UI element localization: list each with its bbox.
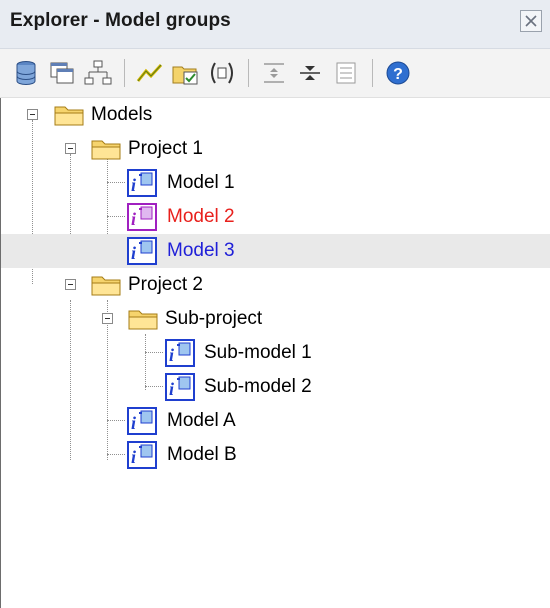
collapse-toggle[interactable]: [102, 313, 113, 324]
windows-icon: [50, 62, 74, 84]
svg-text:i: i: [131, 209, 136, 229]
tree-node-model-3[interactable]: i Model 3: [1, 234, 550, 268]
tree-label: Project 2: [128, 274, 203, 295]
model-icon: i: [127, 237, 157, 265]
parenthesis-icon: [211, 62, 233, 84]
tree-label: Sub-model 1: [204, 342, 312, 363]
svg-text:i: i: [131, 447, 136, 467]
panel-title: Explorer - Model groups: [10, 10, 231, 31]
panel-titlebar: Explorer - Model groups: [0, 0, 550, 49]
help-button[interactable]: ?: [382, 57, 414, 89]
tree-node-model-2[interactable]: i Model 2: [1, 200, 550, 234]
folder-check-button[interactable]: [170, 57, 202, 89]
collapse-icon: [300, 66, 320, 80]
zigzag-chart-icon: [136, 63, 163, 82]
tree-node-model-b[interactable]: i Model B: [1, 438, 550, 472]
windows-button[interactable]: [46, 57, 78, 89]
hierarchy-button[interactable]: [82, 57, 114, 89]
hierarchy-icon: [84, 60, 112, 85]
tree-node-model-1[interactable]: i Model 1: [1, 166, 550, 200]
model-icon: i: [165, 373, 195, 401]
tree-node-project-1[interactable]: Project 1: [1, 132, 550, 166]
toolbar-separator: [124, 59, 125, 87]
tree-label: Model A: [167, 410, 236, 431]
tree-label: Models: [91, 104, 153, 125]
expand-icon: [264, 63, 284, 83]
tree-node-model-a[interactable]: i Model A: [1, 404, 550, 438]
tree-node-sub-model-2[interactable]: i Sub-model 2: [1, 370, 550, 404]
tree-label: Model 3: [167, 240, 235, 261]
svg-text:i: i: [131, 243, 136, 263]
folder-icon: [91, 140, 121, 160]
model-icon: i: [165, 339, 195, 367]
tree-label: Sub-project: [165, 308, 263, 329]
tree-label: Project 1: [128, 138, 203, 159]
zigzag-chart-button[interactable]: [134, 57, 166, 89]
svg-text:?: ?: [393, 66, 403, 83]
svg-text:i: i: [169, 379, 174, 399]
list-button[interactable]: [330, 57, 362, 89]
database-button[interactable]: [10, 57, 42, 89]
collapse-button[interactable]: [294, 57, 326, 89]
tree-node-models[interactable]: Models: [1, 98, 550, 132]
list-icon: [336, 62, 356, 84]
folder-icon: [128, 310, 158, 330]
svg-text:i: i: [131, 413, 136, 433]
tree-node-sub-model-1[interactable]: i Sub-model 1: [1, 336, 550, 370]
folder-icon: [54, 106, 84, 126]
help-icon: ?: [386, 61, 410, 85]
svg-text:i: i: [169, 345, 174, 365]
svg-text:i: i: [131, 175, 136, 195]
tree-label: Model B: [167, 444, 237, 465]
tree-node-project-2[interactable]: Project 2: [1, 268, 550, 302]
expand-button[interactable]: [258, 57, 290, 89]
collapse-toggle[interactable]: [65, 143, 76, 154]
toolbar-separator: [248, 59, 249, 87]
tree-label: Model 1: [167, 172, 235, 193]
model-icon: i: [127, 203, 157, 231]
folder-check-icon: [172, 66, 198, 85]
model-icon: i: [127, 441, 157, 469]
model-tree: Models Project 1 i Model 1 i Model 2 i M…: [0, 98, 550, 608]
tree-label: Model 2: [167, 206, 235, 227]
model-icon: i: [127, 407, 157, 435]
collapse-toggle[interactable]: [27, 109, 38, 120]
folder-icon: [91, 276, 121, 296]
collapse-toggle[interactable]: [65, 279, 76, 290]
toolbar-separator: [372, 59, 373, 87]
toolbar: ?: [0, 49, 550, 98]
tree-node-sub-project[interactable]: Sub-project: [1, 302, 550, 336]
model-icon: i: [127, 169, 157, 197]
database-icon: [16, 61, 36, 86]
tree-label: Sub-model 2: [204, 376, 312, 397]
parenthesis-button[interactable]: [206, 57, 238, 89]
close-button[interactable]: [520, 10, 542, 32]
close-icon: [525, 15, 537, 27]
